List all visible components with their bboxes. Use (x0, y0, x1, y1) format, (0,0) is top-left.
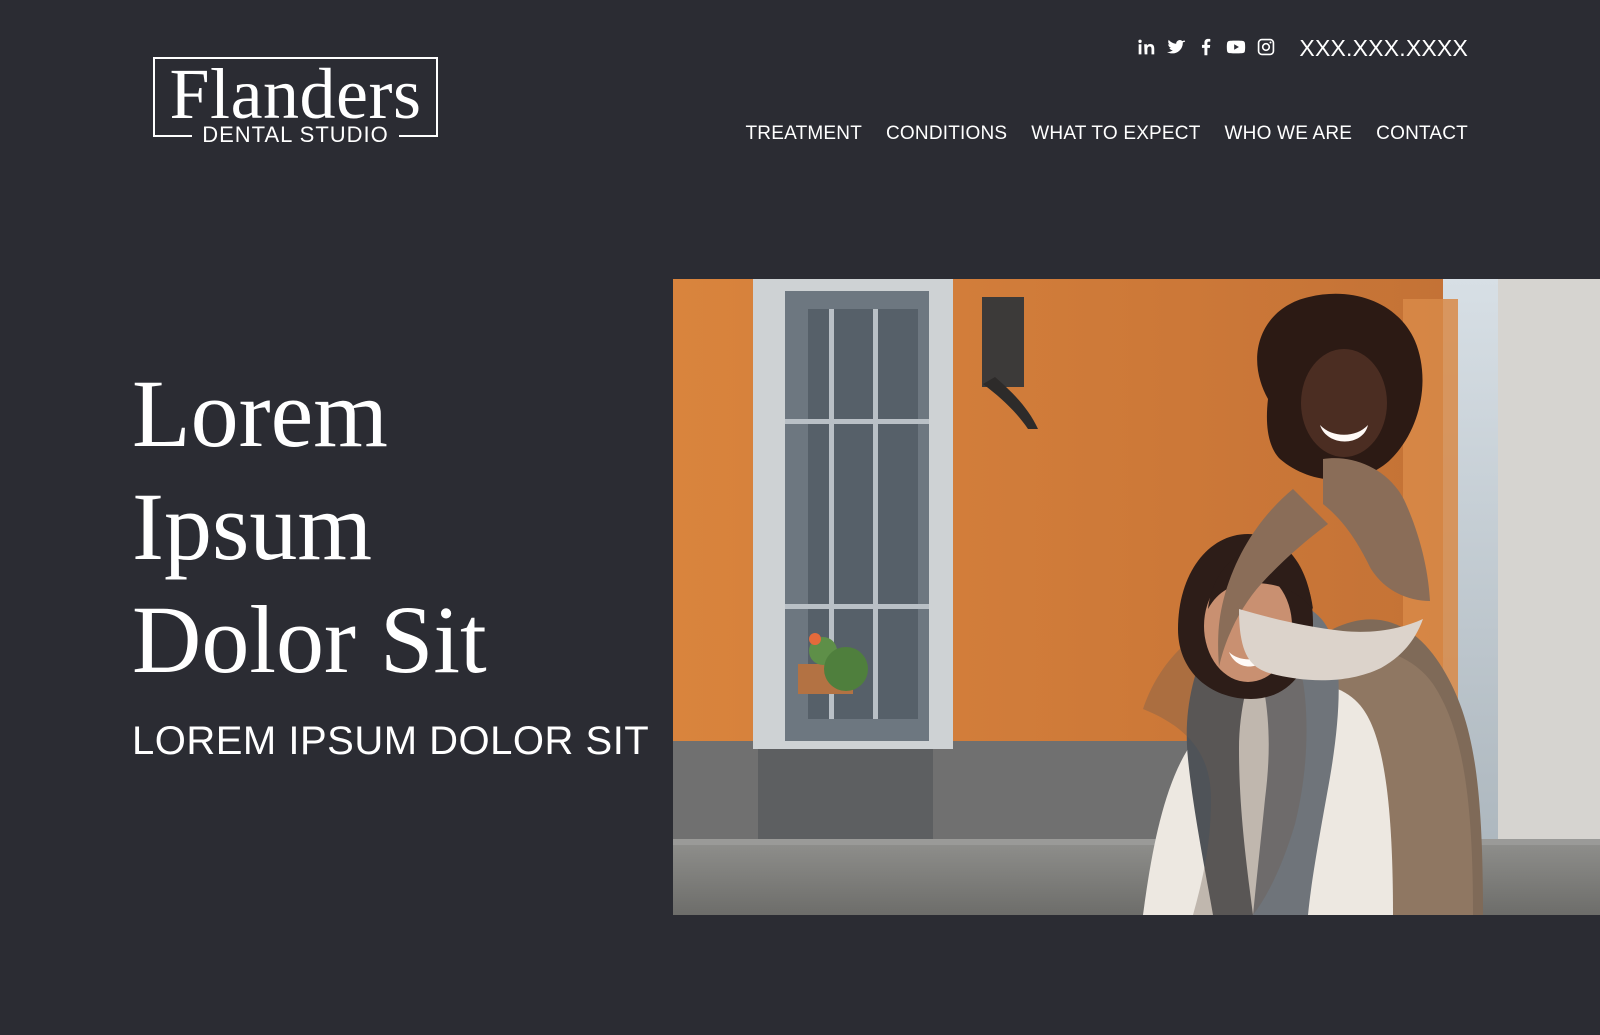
hero-headline: Lorem Ipsum Dolor Sit (132, 357, 652, 696)
youtube-icon[interactable] (1225, 36, 1247, 58)
hero-photo (673, 279, 1600, 915)
brand-subtitle: DENTAL STUDIO (192, 123, 399, 147)
brand-logo[interactable]: Flanders DENTAL STUDIO (153, 54, 438, 147)
hero-headline-line-2: Ipsum (132, 473, 372, 580)
social-links (1135, 36, 1277, 58)
linkedin-icon[interactable] (1135, 36, 1157, 58)
nav-item-who-we-are[interactable]: WHO WE ARE (1225, 123, 1353, 145)
hero-headline-line-3: Dolor Sit (132, 586, 487, 693)
hero-subheadline: LOREM IPSUM DOLOR SIT (132, 719, 650, 763)
nav-item-what-to-expect[interactable]: WHAT TO EXPECT (1031, 123, 1200, 145)
twitter-icon[interactable] (1165, 36, 1187, 58)
facebook-icon[interactable] (1195, 36, 1217, 58)
main-nav: TREATMENT CONDITIONS WHAT TO EXPECT WHO … (746, 123, 1469, 145)
brand-subtitle-wrap: DENTAL STUDIO (155, 123, 436, 147)
phone-number[interactable]: XXX.XXX.XXXX (1299, 35, 1468, 62)
instagram-icon[interactable] (1255, 36, 1277, 58)
nav-item-treatment[interactable]: TREATMENT (746, 123, 863, 145)
hero-photo-illustration (673, 279, 1600, 915)
nav-item-contact[interactable]: CONTACT (1376, 123, 1468, 145)
hero-text: Lorem Ipsum Dolor Sit LOREM IPSUM DOLOR … (132, 357, 652, 764)
brand-name: Flanders (169, 54, 422, 134)
nav-item-conditions[interactable]: CONDITIONS (886, 123, 1007, 145)
hero-headline-line-1: Lorem (132, 360, 388, 467)
